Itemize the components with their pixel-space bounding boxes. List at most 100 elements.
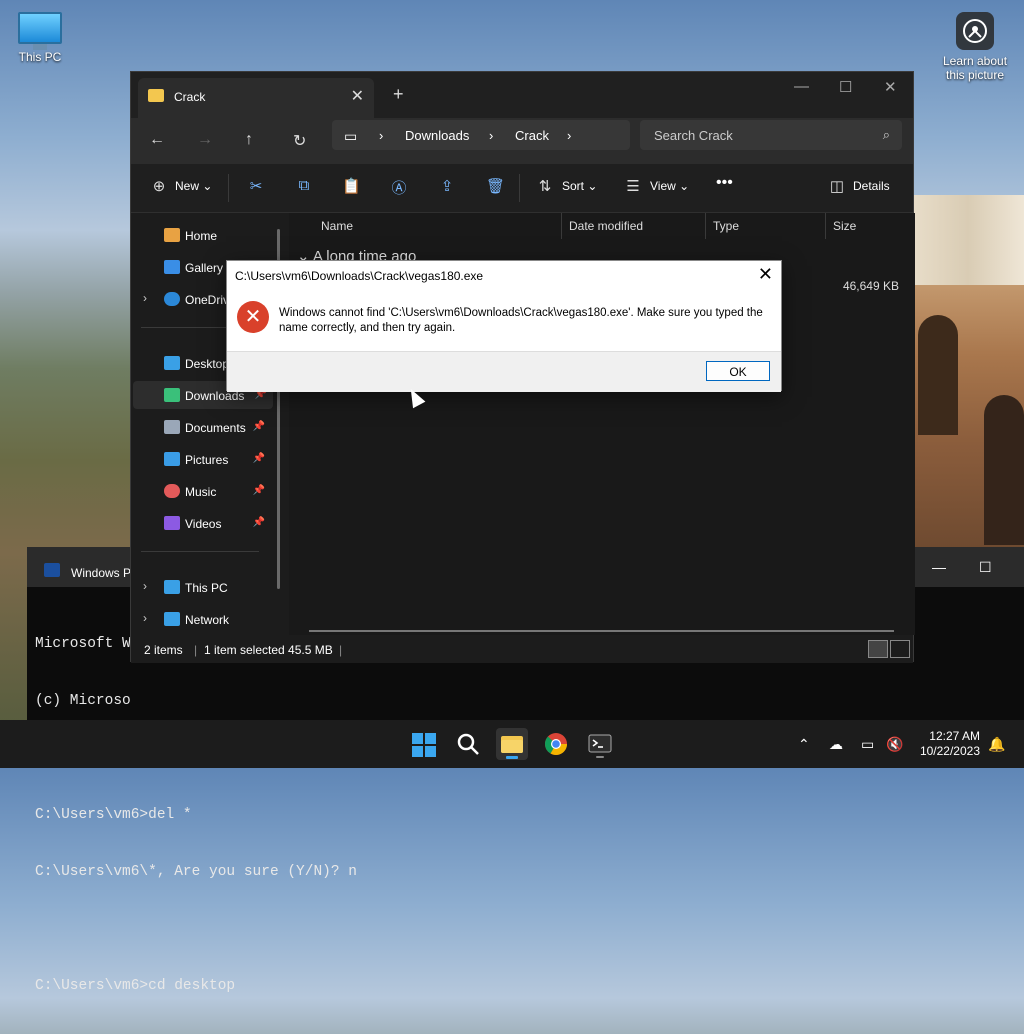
ok-button[interactable]: OK — [706, 361, 770, 381]
volume-muted-icon[interactable]: 🔇 — [886, 736, 903, 753]
terminal-line: C:\Users\vm6\*, Are you sure (Y/N)? n — [35, 864, 357, 880]
column-header-type[interactable]: Type — [713, 219, 739, 233]
wallpaper-arch — [918, 315, 958, 435]
maximize-icon[interactable]: ☐ — [979, 559, 992, 576]
search-input[interactable]: Search Crack — [654, 128, 733, 143]
sidebar-item-home[interactable]: Home — [131, 221, 271, 249]
view-button[interactable]: View ⌄ — [650, 179, 689, 193]
details-button[interactable]: Details — [853, 179, 890, 193]
sidebar-item-videos[interactable]: Videos 📌 — [131, 509, 271, 537]
chevron-right-icon[interactable]: › — [143, 611, 147, 625]
network-icon — [164, 612, 180, 626]
paste-icon[interactable]: 📋 — [342, 177, 361, 195]
copy-icon[interactable]: ⧉ — [295, 177, 313, 195]
tab-crack[interactable]: Crack ✕ — [138, 78, 374, 118]
desktop-icon-this-pc[interactable]: This PC — [12, 12, 68, 64]
tiles-view-icon[interactable] — [890, 640, 910, 658]
onedrive-icon — [164, 292, 180, 306]
wallpaper-arch — [984, 395, 1024, 545]
column-header-name[interactable]: Name — [321, 219, 353, 233]
pin-icon[interactable]: 📌 — [253, 453, 265, 464]
windows-logo-icon — [412, 733, 436, 757]
horizontal-scrollbar[interactable] — [309, 630, 894, 632]
taskbar-terminal[interactable] — [584, 728, 616, 760]
taskbar-chrome[interactable] — [540, 728, 572, 760]
sort-button[interactable]: Sort ⌄ — [562, 179, 597, 193]
desktop-icon-label: this picture — [945, 68, 1005, 82]
more-options-icon[interactable]: ••• — [716, 174, 733, 192]
sidebar-item-label: Gallery — [185, 261, 224, 275]
chevron-right-icon[interactable]: › — [489, 128, 493, 143]
start-button[interactable] — [408, 728, 440, 760]
error-dialog[interactable]: C:\Users\vm6\Downloads\Crack\vegas180.ex… — [226, 260, 782, 392]
taskbar-file-explorer[interactable] — [496, 728, 528, 760]
delete-icon[interactable]: 🗑 — [486, 177, 505, 195]
system-clock[interactable]: 12:27 AM 10/22/2023 — [920, 729, 980, 759]
search-box[interactable]: Search Crack ⌕ — [640, 120, 902, 150]
file-size: 46,649 KB — [842, 279, 899, 293]
close-icon[interactable]: ✕ — [758, 264, 773, 285]
clock-time: 12:27 AM — [929, 729, 980, 743]
sidebar-item-music[interactable]: Music 📌 — [131, 477, 271, 505]
desktop-icon-label: Learn about — [942, 54, 1008, 68]
dialog-message: Windows cannot find 'C:\Users\vm6\Downlo… — [279, 307, 763, 334]
sidebar-item-label: Network — [185, 613, 230, 627]
address-bar[interactable]: ▭ › Downloads › Crack › — [332, 120, 630, 150]
pin-icon[interactable]: 📌 — [253, 421, 265, 432]
desktop-icon — [164, 356, 180, 370]
sort-icon: ⇅ — [538, 178, 552, 195]
gallery-icon — [164, 260, 180, 274]
network-tray-icon[interactable]: ▭ — [861, 736, 874, 753]
clock-date: 10/22/2023 — [919, 744, 980, 758]
notification-bell-icon[interactable]: 🔔 — [988, 736, 1005, 753]
share-icon[interactable]: ⇪ — [438, 177, 456, 195]
column-header-size[interactable]: Size — [833, 219, 856, 233]
close-icon[interactable]: ✕ — [351, 86, 364, 106]
minimize-icon[interactable]: — — [932, 559, 946, 575]
refresh-button[interactable]: ↻ — [293, 131, 306, 151]
item-count: 2 items — [144, 643, 183, 657]
sidebar-item-this-pc[interactable]: › This PC — [131, 573, 271, 601]
explorer-navbar: ← → ↑ ↻ ▭ › Downloads › Crack › Search C… — [131, 118, 913, 164]
chevron-up-icon[interactable]: ⌃ — [798, 736, 810, 753]
onedrive-tray-icon[interactable]: ☁ — [829, 736, 843, 753]
desktop-icon-learn-picture[interactable]: Learn about this picture — [936, 12, 1014, 82]
view-button-label: View — [650, 179, 676, 193]
breadcrumb-crack[interactable]: Crack — [515, 128, 549, 143]
download-icon — [164, 388, 180, 402]
sidebar-item-label: Videos — [185, 517, 222, 531]
up-button[interactable]: ↑ — [245, 131, 253, 149]
chevron-right-icon[interactable]: › — [143, 291, 147, 305]
cut-icon[interactable]: ✂ — [247, 177, 265, 195]
explorer-tabbar: Crack ✕ + — ☐ ✕ — [131, 72, 913, 118]
minimize-icon[interactable]: — — [794, 78, 809, 95]
sidebar-item-pictures[interactable]: Pictures 📌 — [131, 445, 271, 473]
view-icon: ☰ — [626, 178, 640, 195]
close-window-icon[interactable]: ✕ — [884, 78, 897, 96]
chevron-right-icon[interactable]: › — [379, 128, 383, 143]
sort-button-label: Sort — [562, 179, 585, 193]
chevron-right-icon[interactable]: › — [143, 579, 147, 593]
home-icon — [164, 228, 180, 242]
back-button[interactable]: ← — [149, 131, 165, 149]
search-icon: ⌕ — [882, 127, 890, 142]
pin-icon[interactable]: 📌 — [253, 485, 265, 496]
new-button[interactable]: New ⌄ — [175, 179, 212, 193]
rename-icon[interactable]: Ⓐ — [390, 177, 408, 197]
column-header-date-modified[interactable]: Date modified — [569, 219, 643, 233]
maximize-icon[interactable]: ☐ — [839, 78, 852, 96]
sidebar-item-documents[interactable]: Documents 📌 — [131, 413, 271, 441]
powershell-icon — [44, 563, 60, 577]
chevron-right-icon[interactable]: › — [567, 128, 571, 143]
search-button[interactable] — [452, 728, 484, 760]
chrome-icon — [545, 733, 567, 755]
computer-icon: ▭ — [344, 128, 358, 144]
new-tab-button[interactable]: + — [393, 84, 404, 105]
details-view-icon[interactable] — [868, 640, 888, 658]
pin-icon[interactable]: 📌 — [253, 517, 265, 528]
breadcrumb-downloads[interactable]: Downloads — [405, 128, 469, 143]
terminal-tab-title[interactable]: Windows P — [71, 566, 131, 580]
music-icon — [164, 484, 180, 498]
sidebar-item-network[interactable]: › Network — [131, 605, 271, 633]
forward-button[interactable]: → — [197, 131, 213, 149]
